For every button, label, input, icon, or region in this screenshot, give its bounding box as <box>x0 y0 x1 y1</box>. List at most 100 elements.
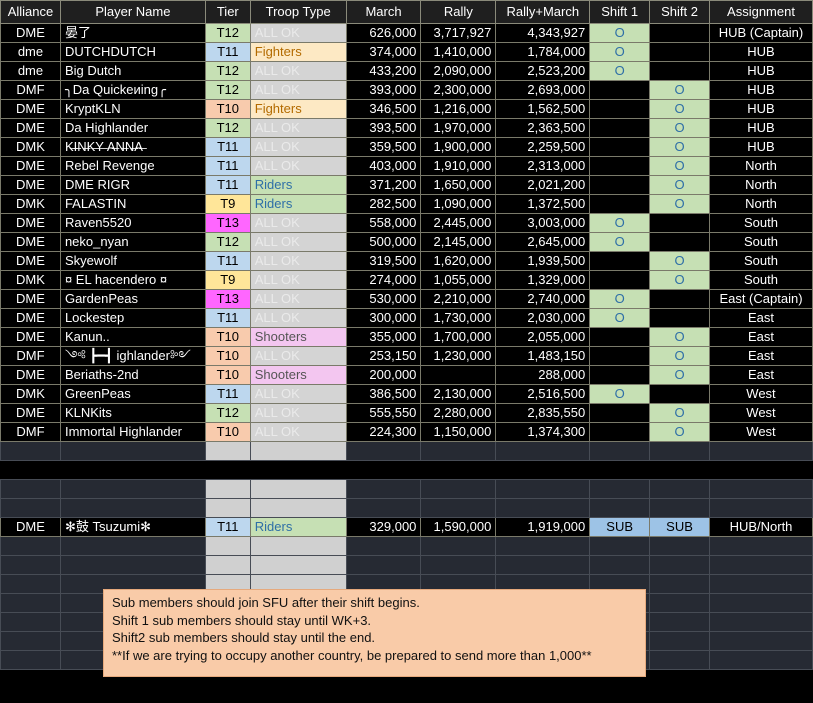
assignment-cell[interactable]: HUB <box>708 42 813 62</box>
player-name-cell[interactable]: KLNKits <box>59 403 206 423</box>
empty-cell[interactable] <box>708 479 813 499</box>
rally-march-cell[interactable]: 2,030,000 <box>495 308 591 328</box>
shift1-cell[interactable] <box>589 99 651 119</box>
player-row[interactable]: DME Kanun.. T10 Shooters 355,000 1,700,000 2,0… <box>0 327 813 347</box>
assignment-cell[interactable]: East <box>708 327 813 347</box>
shift2-cell[interactable]: O <box>649 80 710 100</box>
march-cell[interactable]: 626,000 <box>345 23 422 43</box>
assignment-cell[interactable]: East (Captain) <box>708 289 813 309</box>
empty-cell[interactable] <box>205 460 251 480</box>
empty-cell[interactable] <box>649 650 710 670</box>
rally-cell[interactable]: 2,210,000 <box>420 289 497 309</box>
shift2-cell[interactable] <box>649 23 710 43</box>
rally-cell[interactable]: 1,730,000 <box>420 308 497 328</box>
player-row[interactable]: DMK FALASTIN T9 Riders 282,500 1,090,000 1,372… <box>0 194 813 214</box>
empty-cell[interactable] <box>495 536 591 556</box>
tier-cell[interactable]: T11 <box>204 137 251 157</box>
march-cell[interactable]: 393,000 <box>345 80 422 100</box>
player-row[interactable]: DMF Immortal Highlander T10 ALL OK 224,300 1,… <box>0 422 813 442</box>
sub-player-row[interactable]: DME ✻鼓 Tsuzumi✻ T11 Riders 329,000 1,590,000 1… <box>0 517 813 537</box>
alliance-cell[interactable]: DME <box>0 213 61 233</box>
player-name-cell[interactable]: ✻鼓 Tsuzumi✻ <box>59 517 206 537</box>
rally-march-cell[interactable]: 1,483,150 <box>495 346 591 366</box>
empty-cell[interactable] <box>59 536 206 556</box>
empty-cell[interactable] <box>495 441 591 461</box>
rally-cell[interactable]: 1,700,000 <box>420 327 497 347</box>
player-name-cell[interactable]: KryptKLN <box>59 99 206 119</box>
shift1-cell[interactable]: SUB <box>589 517 651 537</box>
column-header[interactable]: Rally+March <box>495 0 591 24</box>
assignment-cell[interactable]: North <box>708 194 813 214</box>
march-cell[interactable]: 253,150 <box>345 346 422 366</box>
troop-type-cell[interactable]: Riders <box>249 175 347 195</box>
assignment-cell[interactable]: HUB <box>708 61 813 81</box>
tier-cell[interactable]: T12 <box>204 23 251 43</box>
column-header[interactable]: Assignment <box>708 0 813 24</box>
rally-march-cell[interactable]: 1,562,500 <box>495 99 591 119</box>
player-name-cell[interactable]: ╮Da Quickeиing╭ <box>59 80 206 100</box>
troop-type-cell[interactable]: ALL OK <box>249 289 347 309</box>
shift1-cell[interactable] <box>589 346 651 366</box>
troop-type-cell[interactable]: ALL OK <box>249 308 347 328</box>
player-name-cell[interactable]: GreenPeas <box>59 384 206 404</box>
shift1-cell[interactable] <box>589 251 651 271</box>
march-cell[interactable]: 433,200 <box>345 61 422 81</box>
empty-cell[interactable] <box>0 574 61 594</box>
alliance-cell[interactable]: DME <box>0 289 61 309</box>
shift1-cell[interactable]: O <box>589 213 651 233</box>
player-row[interactable]: DME Raven5520 T13 ALL OK 558,000 2,445,000 3,0… <box>0 213 813 233</box>
tier-cell[interactable]: T10 <box>204 327 251 347</box>
rally-march-cell[interactable]: 2,523,200 <box>495 61 591 81</box>
shift2-cell[interactable] <box>649 61 710 81</box>
rally-cell[interactable]: 1,216,000 <box>420 99 497 119</box>
empty-cell[interactable] <box>589 479 651 499</box>
empty-cell[interactable] <box>0 460 61 480</box>
assignment-cell[interactable]: North <box>708 175 813 195</box>
column-header[interactable]: Rally <box>420 0 497 24</box>
empty-cell[interactable] <box>345 498 422 518</box>
rally-cell[interactable]: 2,090,000 <box>420 61 497 81</box>
troop-type-cell[interactable]: Shooters <box>249 365 347 385</box>
empty-cell[interactable] <box>589 441 651 461</box>
empty-cell[interactable] <box>649 555 710 575</box>
assignment-cell[interactable]: North <box>708 156 813 176</box>
tier-cell[interactable]: T10 <box>204 422 251 442</box>
rally-march-cell[interactable]: 2,259,500 <box>495 137 591 157</box>
empty-cell[interactable] <box>249 479 347 499</box>
troop-type-cell[interactable]: Shooters <box>249 327 347 347</box>
empty-cell[interactable] <box>249 536 347 556</box>
empty-cell[interactable] <box>708 574 813 594</box>
empty-cell[interactable] <box>0 593 61 613</box>
troop-type-cell[interactable]: ALL OK <box>249 213 347 233</box>
rally-march-cell[interactable]: 2,645,000 <box>495 232 591 252</box>
tier-cell[interactable]: T9 <box>204 270 251 290</box>
march-cell[interactable]: 359,500 <box>345 137 422 157</box>
shift2-cell[interactable] <box>649 289 710 309</box>
alliance-cell[interactable]: DME <box>0 175 61 195</box>
player-row[interactable]: DME Skyewolf T11 ALL OK 319,500 1,620,000 1,93… <box>0 251 813 271</box>
empty-cell[interactable] <box>649 631 710 651</box>
empty-cell[interactable] <box>589 498 651 518</box>
alliance-cell[interactable]: DMF <box>0 80 61 100</box>
player-row[interactable]: dme Big Dutch T12 ALL OK 433,200 2,090,000 2,5… <box>0 61 813 81</box>
rally-march-cell[interactable]: 1,372,500 <box>495 194 591 214</box>
empty-cell[interactable] <box>708 498 813 518</box>
rally-march-cell[interactable]: 3,003,000 <box>495 213 591 233</box>
rally-march-cell[interactable]: 1,784,000 <box>495 42 591 62</box>
player-row[interactable]: DME Lockestep T11 ALL OK 300,000 1,730,000 2,0… <box>0 308 813 328</box>
empty-cell[interactable] <box>649 536 710 556</box>
troop-type-cell[interactable]: ALL OK <box>249 270 347 290</box>
march-cell[interactable]: 555,550 <box>345 403 422 423</box>
rally-cell[interactable]: 2,445,000 <box>420 213 497 233</box>
alliance-cell[interactable]: DME <box>0 23 61 43</box>
empty-cell[interactable] <box>0 536 61 556</box>
shift2-cell[interactable]: O <box>649 156 710 176</box>
empty-cell[interactable] <box>204 498 251 518</box>
empty-cell[interactable] <box>649 441 710 461</box>
column-header[interactable]: Player Name <box>59 0 206 24</box>
empty-cell[interactable] <box>204 555 251 575</box>
rally-cell[interactable]: 2,300,000 <box>420 80 497 100</box>
shift1-cell[interactable]: O <box>589 23 651 43</box>
march-cell[interactable]: 393,500 <box>345 118 422 138</box>
player-name-cell[interactable]: GardenPeas <box>59 289 206 309</box>
